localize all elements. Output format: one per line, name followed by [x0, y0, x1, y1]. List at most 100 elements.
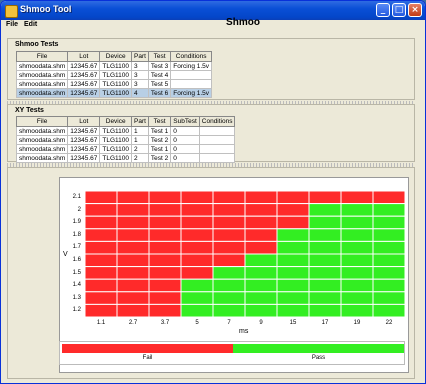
minimize-button[interactable]: _ — [376, 3, 390, 17]
shmoo-tests-header-test[interactable]: Test — [147, 51, 172, 62]
table-cell — [198, 126, 236, 136]
table-cell: 12345.67 — [67, 135, 101, 145]
table-cell: 1 — [131, 126, 149, 136]
x-tick-label: 3.7 — [160, 320, 170, 326]
table-cell: 12345.67 — [67, 88, 101, 98]
table-cell: 12345.67 — [67, 70, 101, 80]
table-row[interactable]: shmoodata.shm 12345.67 TLG1100 3 Test 5 — [15, 79, 213, 89]
table-cell: 2 — [131, 153, 149, 163]
shmoo-tests-header-device[interactable]: Device — [99, 51, 132, 62]
y-tick-label: 1.8 — [72, 231, 81, 238]
heatmap-cell — [372, 303, 405, 317]
heatmap-cell — [244, 266, 278, 280]
heatmap-cell — [180, 203, 214, 217]
heatmap-cell — [244, 203, 278, 217]
heatmap-cell — [148, 266, 182, 280]
heatmap-cell — [85, 253, 118, 268]
heatmap-cell — [372, 203, 405, 217]
heatmap-cell — [180, 266, 214, 280]
table-cell: TLG1100 — [99, 61, 132, 71]
shmoo-tests-header-file[interactable]: File — [15, 51, 69, 62]
heatmap-cell — [116, 203, 150, 217]
heatmap-cell — [340, 291, 374, 305]
heatmap-cell — [340, 228, 374, 242]
heatmap-cell — [308, 253, 342, 268]
shmoo-tests-table: File Lot Device Part Test Conditions shmoodata… — [15, 51, 213, 98]
heatmap-cell — [148, 215, 182, 230]
table-cell: TLG1100 — [99, 79, 132, 89]
heatmap-cell — [276, 203, 310, 217]
heatmap-cell — [244, 240, 278, 255]
table-row[interactable]: shmoodata.shm 12345.67 TLG1100 4 Test 6 Forci… — [15, 88, 213, 98]
xy-tests-header-device[interactable]: Device — [99, 116, 132, 127]
shmoo-tests-header-lot[interactable]: Lot — [67, 51, 101, 62]
heatmap-cell — [212, 228, 246, 242]
table-cell: Test 5 — [147, 79, 172, 89]
table-cell: 12345.67 — [67, 79, 101, 89]
heatmap-cell — [372, 215, 405, 230]
heatmap-cell — [276, 266, 310, 280]
xy-tests-header-file[interactable]: File — [15, 116, 69, 127]
heatmap-cell — [372, 278, 405, 293]
x-tick-label: 7 — [227, 320, 231, 326]
y-tick-label: 1.7 — [72, 244, 81, 251]
table-cell: 12345.67 — [67, 153, 101, 163]
xy-tests-header-test[interactable]: Test — [147, 116, 172, 127]
table-cell: Test 2 — [147, 153, 172, 163]
table-cell: shmoodata.shm — [15, 61, 69, 71]
heatmap-cell — [116, 266, 150, 280]
table-cell: Test 1 — [147, 126, 172, 136]
heatmap-cell — [308, 291, 342, 305]
heatmap-cell — [85, 266, 118, 280]
heatmap-cell — [148, 228, 182, 242]
heatmap-cell — [85, 203, 118, 217]
heatmap-cell — [340, 266, 374, 280]
table-cell: shmoodata.shm — [15, 70, 69, 80]
heatmap-cell — [308, 228, 342, 242]
x-tick-label: 17 — [321, 320, 329, 326]
y-tick-label: 1.4 — [72, 282, 81, 289]
close-button[interactable]: × — [408, 3, 422, 17]
table-row[interactable]: shmoodata.shm 12345.67 TLG1100 2 Test 10 — [15, 144, 236, 154]
heatmap-cell — [212, 203, 246, 217]
chart-title: Shmoo — [226, 17, 260, 28]
heatmap-cell — [116, 291, 150, 305]
table-cell: 4 — [131, 88, 149, 98]
xy-tests-table: File Lot Device Part Test SubTest Conditions sh… — [15, 116, 236, 163]
y-axis-title: V — [63, 251, 68, 258]
table-cell: TLG1100 — [99, 153, 132, 163]
heatmap-cell — [244, 215, 278, 230]
shmoo-tests-header-part[interactable]: Part — [131, 51, 149, 62]
menu-file[interactable]: File — [6, 21, 18, 28]
table-cell: Test 3 — [147, 61, 172, 71]
table-cell: Test 2 — [147, 135, 172, 145]
y-tick-label: 2 — [77, 206, 81, 213]
heatmap-cell — [308, 278, 342, 293]
heatmap-cell — [276, 278, 310, 293]
table-cell: shmoodata.shm — [15, 153, 69, 163]
xy-tests-header-conditions[interactable]: Conditions — [198, 116, 236, 127]
heatmap-cell — [372, 291, 405, 305]
heatmap-cell — [148, 253, 182, 268]
heatmap-cell — [372, 240, 405, 255]
table-row[interactable]: shmoodata.shm 12345.67 TLG1100 1 Test 10 — [15, 126, 236, 136]
maximize-button[interactable]: □ — [392, 3, 406, 17]
heatmap-cell — [85, 191, 118, 205]
heatmap-cell — [116, 303, 150, 317]
table-cell: 12345.67 — [67, 144, 101, 154]
shmoo-tests-header-conditions[interactable]: Conditions — [170, 51, 213, 62]
table-row[interactable]: shmoodata.shm 12345.67 TLG1100 1 Test 20 — [15, 135, 236, 145]
xy-tests-header-subtest[interactable]: SubTest — [170, 116, 200, 127]
heatmap-cell — [244, 228, 278, 242]
menu-edit[interactable]: Edit — [24, 21, 37, 28]
heatmap-cell — [372, 191, 405, 205]
table-row[interactable]: shmoodata.shm 12345.67 TLG1100 3 Test 4 — [15, 70, 213, 80]
heatmap-cell — [212, 291, 246, 305]
xy-tests-header-part[interactable]: Part — [131, 116, 149, 127]
x-axis-title: ms — [239, 328, 249, 335]
table-row[interactable]: shmoodata.shm 12345.67 TLG1100 3 Test 3 Forci… — [15, 61, 213, 71]
heatmap-cell — [244, 191, 278, 205]
x-tick-label: 2.7 — [128, 320, 138, 326]
xy-tests-header-lot[interactable]: Lot — [67, 116, 101, 127]
table-row[interactable]: shmoodata.shm 12345.67 TLG1100 2 Test 20 — [15, 153, 236, 163]
